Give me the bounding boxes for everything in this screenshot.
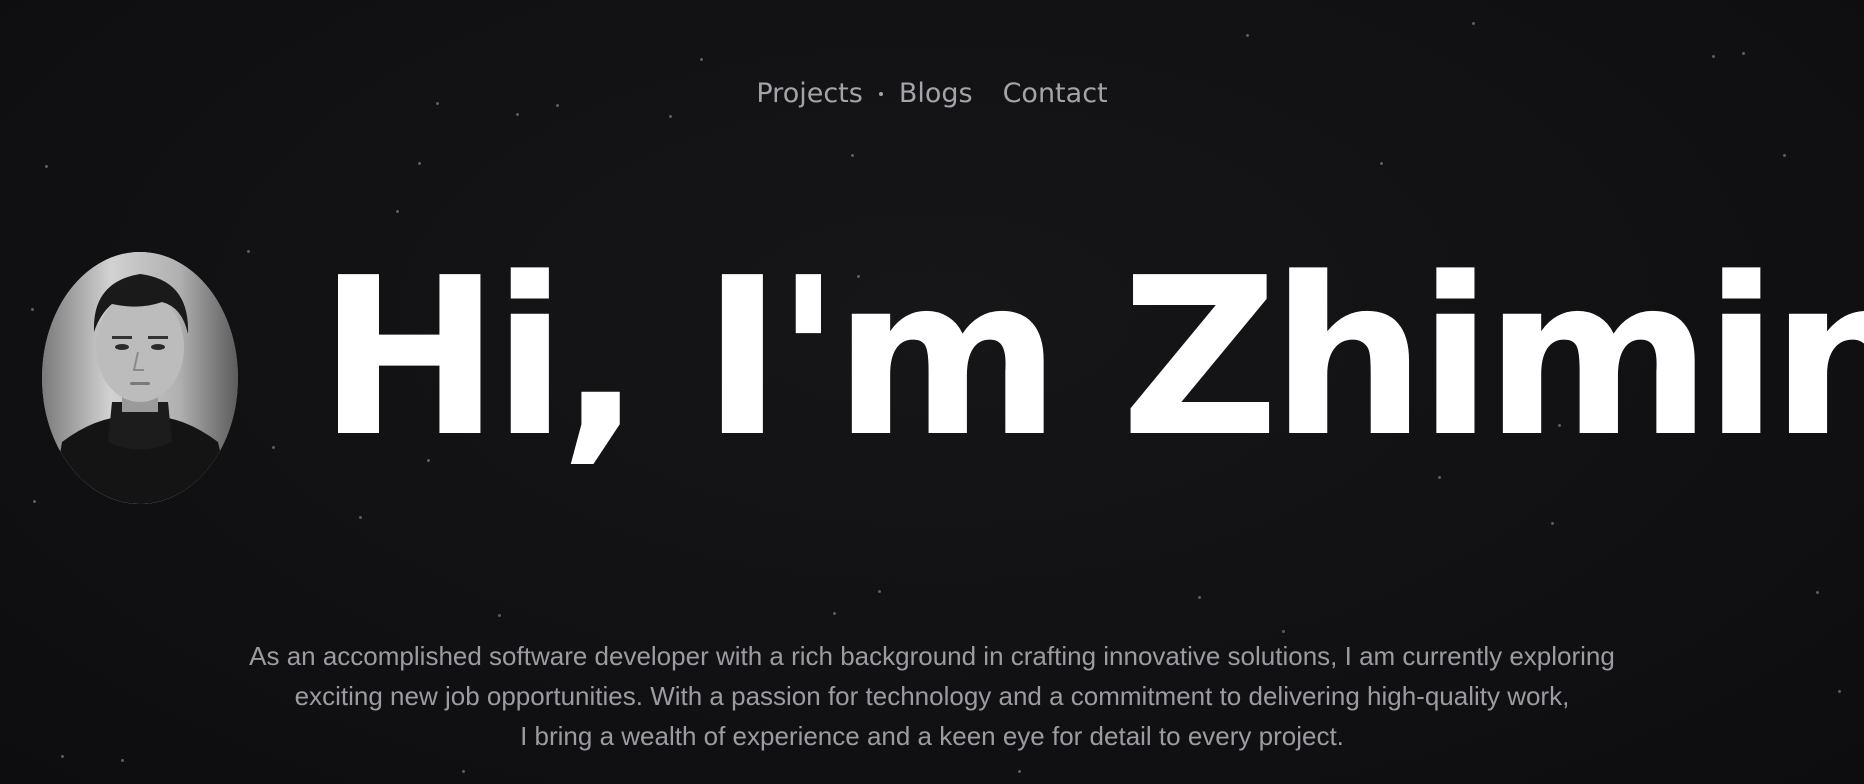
bio-line: As an accomplished software developer wi… — [249, 641, 1615, 671]
star — [1472, 22, 1475, 25]
bio-paragraph: As an accomplished software developer wi… — [0, 636, 1864, 756]
star — [669, 115, 672, 118]
star — [45, 165, 48, 168]
hero-heading: Hi, I'm Zhimin — [318, 232, 1864, 485]
star — [851, 154, 854, 157]
nav-contact-link[interactable]: Contact — [1003, 78, 1108, 109]
star — [498, 614, 501, 617]
star — [1551, 522, 1554, 525]
star — [396, 210, 399, 213]
star — [1018, 770, 1021, 773]
portrait-icon — [42, 252, 238, 504]
nav-separator-dot — [878, 91, 883, 96]
star — [1282, 630, 1285, 633]
star — [31, 308, 34, 311]
star — [878, 590, 881, 593]
star — [359, 516, 362, 519]
avatar — [42, 252, 238, 504]
star — [1783, 154, 1786, 157]
star — [247, 250, 250, 253]
star — [272, 446, 275, 449]
star — [1816, 591, 1819, 594]
star — [462, 770, 465, 773]
top-nav: Projects Blogs Contact — [0, 78, 1864, 109]
star — [700, 58, 703, 61]
star — [1742, 52, 1745, 55]
nav-projects-link[interactable]: Projects — [756, 78, 862, 109]
star — [516, 113, 519, 116]
star — [121, 759, 124, 762]
nav-blogs-link[interactable]: Blogs — [899, 78, 973, 109]
star — [1198, 596, 1201, 599]
star — [33, 500, 36, 503]
star — [1246, 34, 1249, 37]
bio-line: exciting new job opportunities. With a p… — [294, 681, 1570, 711]
star — [1380, 162, 1383, 165]
bio-line: I bring a wealth of experience and a kee… — [520, 721, 1344, 751]
star — [833, 612, 836, 615]
star — [418, 162, 421, 165]
page: Projects Blogs Contact Hi, I'm Zhimin As… — [0, 0, 1864, 784]
star — [1712, 55, 1715, 58]
